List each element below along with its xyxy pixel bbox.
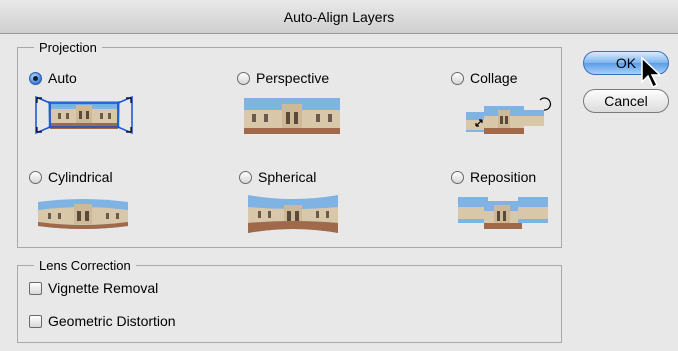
- radio-indicator: [451, 71, 464, 85]
- lens-correction-legend: Lens Correction: [34, 258, 136, 273]
- lens-correction-group: [17, 265, 562, 343]
- dialog-title: Auto-Align Layers: [283, 8, 395, 25]
- radio-spherical[interactable]: Spherical: [239, 169, 316, 185]
- mouse-pointer-icon: [641, 56, 662, 89]
- radio-reposition[interactable]: Reposition: [451, 169, 536, 185]
- radio-auto[interactable]: Auto: [29, 70, 77, 86]
- radio-reposition-label: Reposition: [470, 169, 537, 185]
- radio-auto-label: Auto: [48, 70, 77, 86]
- radio-indicator: [451, 170, 464, 184]
- cylindrical-projection-thumbnail: [38, 199, 128, 229]
- radio-perspective[interactable]: Perspective: [237, 70, 329, 86]
- radio-spherical-label: Spherical: [258, 169, 317, 185]
- auto-projection-thumbnail: [35, 95, 133, 135]
- radio-indicator: [239, 170, 252, 184]
- checkbox-vignette-removal-label: Vignette Removal: [48, 280, 159, 296]
- radio-indicator: [29, 170, 42, 184]
- radio-indicator: [237, 71, 250, 85]
- radio-collage-label: Collage: [470, 70, 518, 86]
- checkbox-vignette-removal[interactable]: Vignette Removal: [29, 280, 158, 296]
- radio-selected-indicator: [29, 71, 42, 85]
- collage-projection-thumbnail: [466, 97, 552, 134]
- radio-collage[interactable]: Collage: [451, 70, 517, 86]
- radio-cylindrical[interactable]: Cylindrical: [29, 169, 113, 185]
- checkbox-indicator: [29, 281, 42, 295]
- radio-cylindrical-label: Cylindrical: [48, 169, 113, 185]
- projection-legend: Projection: [34, 40, 102, 55]
- perspective-projection-thumbnail: [244, 98, 340, 134]
- checkbox-indicator: [29, 314, 42, 328]
- radio-perspective-label: Perspective: [256, 70, 330, 86]
- cancel-button[interactable]: Cancel: [583, 89, 669, 113]
- checkbox-geometric-distortion-label: Geometric Distortion: [48, 313, 176, 329]
- checkbox-geometric-distortion[interactable]: Geometric Distortion: [29, 313, 176, 329]
- ok-button-label: OK: [615, 55, 637, 71]
- reposition-projection-thumbnail: [458, 197, 548, 229]
- spherical-projection-thumbnail: [248, 195, 338, 233]
- dialog-title-bar: Auto-Align Layers: [0, 0, 678, 34]
- cancel-button-label: Cancel: [604, 93, 648, 109]
